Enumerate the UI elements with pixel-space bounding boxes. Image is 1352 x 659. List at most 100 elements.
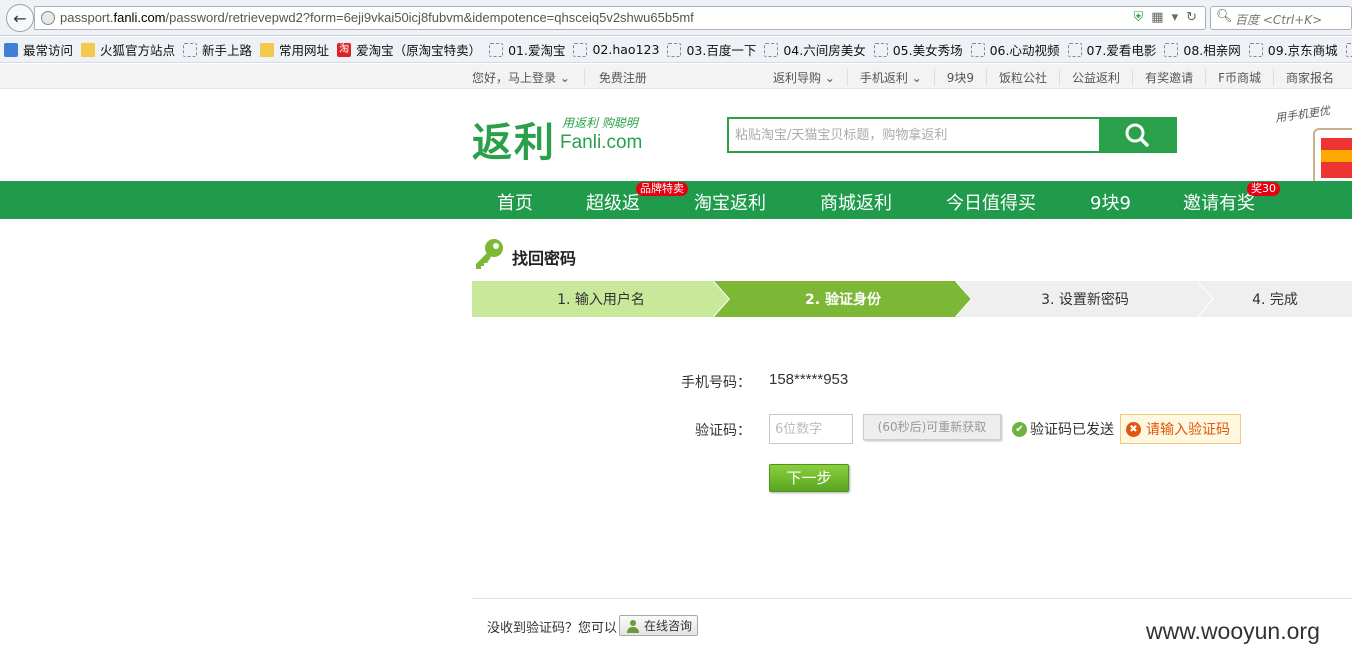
top-link[interactable]: F币商城 xyxy=(1206,69,1274,86)
bookmark-icon: 淘 xyxy=(337,42,352,57)
invite-reward-badge: 奖30 xyxy=(1247,182,1280,196)
bookmark-icon xyxy=(573,42,588,57)
folder-icon xyxy=(81,42,96,57)
progress-steps: 1. 输入用户名 2. 验证身份 3. 设置新密码 4. 完成 xyxy=(472,281,1352,317)
error-tip-text: 请输入验证码 xyxy=(1146,422,1230,438)
main-nav: 首页 超级返 品牌特卖 淘宝返利 商城返利 今日值得买 9块9 邀请有奖 奖30 xyxy=(0,181,1352,219)
bookmark-item[interactable]: 02.hao123 xyxy=(573,42,659,57)
bookmark-label: 09.京东商城 xyxy=(1267,43,1338,58)
code-label: 验证码： xyxy=(695,423,751,439)
top-link[interactable]: 手机返利 ⌄ xyxy=(848,69,935,86)
bookmark-icon xyxy=(970,42,985,57)
mobile-promo-text: 用手机更优 xyxy=(1274,104,1331,125)
top-link[interactable]: 9块9 xyxy=(935,69,988,86)
bookmark-icon xyxy=(1067,42,1082,57)
search-button[interactable] xyxy=(1099,119,1175,151)
bookmark-icon xyxy=(4,42,18,57)
address-bar[interactable]: passport.fanli.com/password/retrievepwd2… xyxy=(34,6,1206,30)
bookmark-item[interactable]: 01.爱淘宝 xyxy=(489,40,565,59)
bookmark-label: 08.相亲网 xyxy=(1183,43,1241,58)
bookmark-label: 04.六间房美女 xyxy=(783,43,866,58)
phone-icon xyxy=(1313,128,1352,188)
shield-icon[interactable]: ⛨ xyxy=(1134,10,1144,25)
bookmark-icon xyxy=(489,42,504,57)
fanli-logo[interactable]: 返利 用返利 购聪明 Fanli.com xyxy=(472,110,672,166)
bookmark-item[interactable]: 06.心动视频 xyxy=(970,40,1060,59)
bookmark-label: 常用网址 xyxy=(279,43,330,58)
resend-code-button[interactable]: (60秒后)可重新获取 xyxy=(863,414,1001,440)
top-link[interactable]: 公益返利 xyxy=(1060,69,1134,86)
top-link[interactable]: 返利导购 ⌄ xyxy=(773,69,848,86)
bookmark-icon xyxy=(667,42,682,57)
browser-search-placeholder: 百度 <Ctrl+K> xyxy=(1235,13,1323,27)
bookmark-item[interactable]: 常用网址 xyxy=(260,40,329,59)
bookmark-item[interactable]: 09.京东商城 xyxy=(1248,40,1338,59)
bookmark-item[interactable]: 新手上路 xyxy=(183,40,252,59)
qr-code-icon[interactable]: ▦ xyxy=(1151,10,1163,25)
bookmark-item[interactable]: 05.美女秀场 xyxy=(873,40,963,59)
nav-today-deals[interactable]: 今日值得买 xyxy=(946,189,1036,215)
nav-home[interactable]: 首页 xyxy=(497,189,533,215)
bookmark-icon xyxy=(1345,42,1352,57)
bookmark-item[interactable]: 淘爱淘宝（原淘宝特卖） xyxy=(337,40,481,59)
step-1: 1. 输入用户名 xyxy=(472,281,730,317)
key-icon xyxy=(476,239,503,269)
bookmarks-bar: 最常访问 火狐官方站点 新手上路 常用网址淘爱淘宝（原淘宝特卖） 01.爱淘宝 02.ha… xyxy=(0,37,1352,63)
top-link[interactable]: 饭粒公社 xyxy=(987,69,1061,86)
nav-super-rebate[interactable]: 超级返 品牌特卖 xyxy=(586,182,688,215)
divider xyxy=(472,598,1352,599)
bookmark-item[interactable]: 04.六间房美女 xyxy=(764,40,866,59)
product-search-input[interactable] xyxy=(729,119,1101,151)
bookmark-label: 07.爱看电影 xyxy=(1086,43,1157,58)
code-sent-text: 验证码已发送 xyxy=(1030,422,1114,438)
bookmark-label: 新手上路 xyxy=(202,43,253,58)
phone-value: 158*****953 xyxy=(769,371,849,388)
top-links-bar: 您好，马上登录 ⌄ 免费注册 返利导购 ⌄ 手机返利 ⌄ 9块9 饭粒公社 公益返利 有奖… xyxy=(0,64,1352,89)
logo-en: Fanli.com xyxy=(560,132,643,153)
bookmark-item[interactable]: 10.搜狗搜 xyxy=(1345,40,1352,59)
code-sent-status: ✔ 验证码已发送 xyxy=(1012,419,1114,439)
browser-search-box[interactable]: 🔍︎ 百度 <Ctrl+K> xyxy=(1210,6,1352,30)
help-text: 没收到验证码？您可以： xyxy=(487,621,631,636)
register-link[interactable]: 免费注册 xyxy=(599,69,661,86)
phone-label: 手机号码： xyxy=(681,375,751,391)
back-arrow-icon[interactable]: ← xyxy=(6,4,34,32)
bookmark-item[interactable]: 03.百度一下 xyxy=(667,40,756,59)
product-search xyxy=(727,117,1177,153)
mobile-app-promo[interactable]: 用手机更优 xyxy=(1274,102,1352,188)
globe-icon xyxy=(41,11,55,25)
next-step-button[interactable]: 下一步 xyxy=(769,464,849,492)
brand-sale-badge: 品牌特卖 xyxy=(636,182,688,196)
online-consult-button[interactable]: 在线咨询 xyxy=(619,615,698,636)
top-link[interactable]: 商家报名 xyxy=(1274,69,1346,86)
bookmark-item[interactable]: 火狐官方站点 xyxy=(81,40,175,59)
bookmark-icon xyxy=(1248,42,1263,57)
browser-toolbar: ← passport.fanli.com/password/retrievepw… xyxy=(0,0,1352,36)
bookmark-label: 03.百度一下 xyxy=(686,43,757,58)
dropdown-arrow-icon[interactable]: ▾ xyxy=(1172,10,1179,25)
check-icon: ✔ xyxy=(1012,421,1027,437)
logo-slogan: 用返利 购聪明 xyxy=(562,116,638,130)
login-link[interactable]: 您好，马上登录 ⌄ xyxy=(472,69,585,86)
bookmark-item[interactable]: 07.爱看电影 xyxy=(1067,40,1157,59)
bookmark-label: 06.心动视频 xyxy=(989,43,1060,58)
nav-mall-rebate[interactable]: 商城返利 xyxy=(820,189,892,215)
bookmark-icon xyxy=(764,42,779,57)
reload-icon[interactable]: ↻ xyxy=(1186,10,1197,25)
bookmark-item[interactable]: 08.相亲网 xyxy=(1164,40,1241,59)
verification-code-input[interactable] xyxy=(769,414,853,444)
url-text[interactable]: passport.fanli.com/password/retrievepwd2… xyxy=(60,10,694,25)
nav-invite[interactable]: 邀请有奖 奖30 xyxy=(1183,182,1280,215)
bookmark-label: 05.美女秀场 xyxy=(892,43,963,58)
bookmark-icon xyxy=(873,42,888,57)
nav-9-9[interactable]: 9块9 xyxy=(1090,189,1131,215)
step-4: 4. 完成 xyxy=(1198,281,1352,317)
bookmark-label: 火狐官方站点 xyxy=(100,43,176,58)
bookmark-item[interactable]: 最常访问 xyxy=(4,40,73,59)
search-icon xyxy=(1125,123,1149,147)
page-title: 找回密码 xyxy=(512,249,577,268)
bookmark-label: 最常访问 xyxy=(23,43,74,58)
logo-text: 返利 xyxy=(472,120,556,166)
top-link[interactable]: 有奖邀请 xyxy=(1133,69,1207,86)
nav-taobao-rebate[interactable]: 淘宝返利 xyxy=(694,189,766,215)
